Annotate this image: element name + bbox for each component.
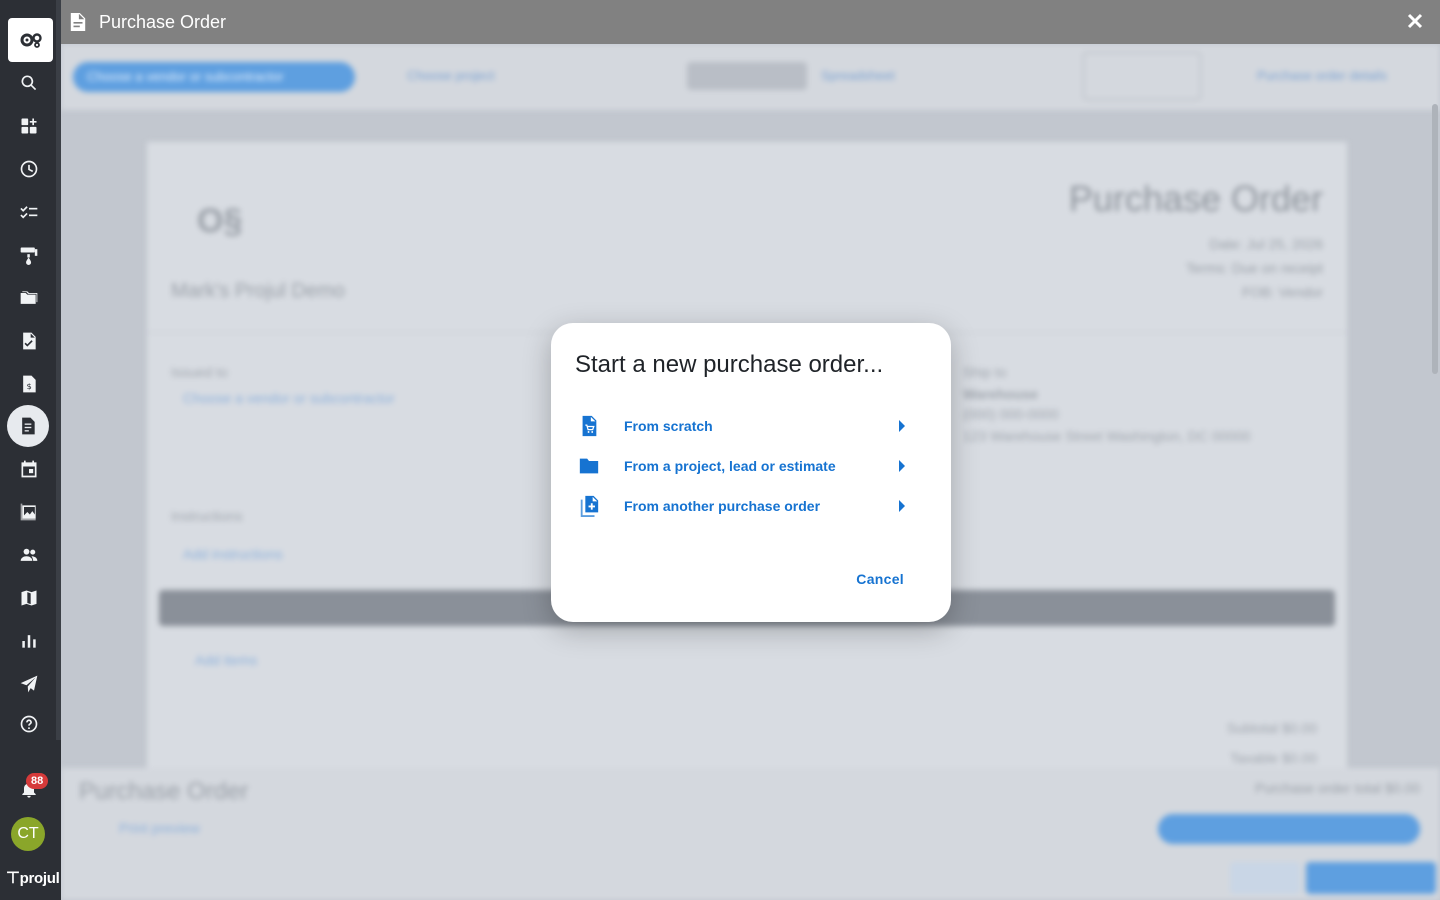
ship-to-phone: (000) 000-0000 xyxy=(963,406,1059,422)
gears-icon xyxy=(20,33,42,48)
avatar[interactable]: CT xyxy=(11,817,45,851)
checklist-icon[interactable] xyxy=(8,194,50,230)
invoice-icon[interactable]: $ xyxy=(8,366,50,402)
option-from-another-po[interactable]: From another purchase order xyxy=(575,488,915,524)
help-icon[interactable] xyxy=(8,706,50,742)
option-label: From another purchase order xyxy=(624,498,821,514)
photos-icon[interactable] xyxy=(8,494,50,530)
draft-status-box xyxy=(1083,52,1201,100)
option-from-project[interactable]: From a project, lead or estimate xyxy=(575,448,915,484)
send-icon[interactable] xyxy=(8,666,50,702)
cancel-button[interactable]: Cancel xyxy=(856,571,904,587)
company-logo: O§ xyxy=(197,202,243,240)
editor-footer: Purchase Order Print preview Purchase or… xyxy=(61,768,1440,900)
document-tab[interactable] xyxy=(687,62,807,90)
footer-vendor-pill[interactable] xyxy=(1158,814,1420,844)
next-button[interactable] xyxy=(1230,862,1300,894)
reports-icon[interactable] xyxy=(8,623,50,659)
chevron-right-icon xyxy=(899,420,905,432)
choose-project-link[interactable]: Choose project xyxy=(407,68,494,83)
new-purchase-order-dialog: Start a new purchase order... From scrat… xyxy=(551,323,951,622)
purchase-order-total: Purchase order total $0.00 xyxy=(1255,780,1420,796)
notification-badge: 88 xyxy=(26,773,49,789)
document-title: Purchase Order xyxy=(1068,178,1323,219)
document-icon xyxy=(69,13,87,31)
map-icon[interactable] xyxy=(8,580,50,616)
window-title: Purchase Order xyxy=(99,11,227,32)
svg-text:$: $ xyxy=(27,381,32,391)
add-instructions-link[interactable]: Add instructions xyxy=(183,546,283,562)
calendar-icon[interactable] xyxy=(8,451,50,487)
issued-to-label: Issued to xyxy=(171,364,228,380)
chevron-right-icon xyxy=(899,460,905,472)
option-label: From a project, lead or estimate xyxy=(624,458,836,474)
dialog-title: Start a new purchase order... xyxy=(575,351,884,378)
taxable: Taxable $0.00 xyxy=(1229,750,1317,766)
paint-roller-icon[interactable] xyxy=(8,237,50,273)
document-date: Date: Jul 25, 2026 xyxy=(1209,236,1323,252)
brand-text: projul xyxy=(19,870,60,887)
document-cart-icon xyxy=(575,412,603,440)
save-and-close-button[interactable] xyxy=(1306,862,1436,894)
vendor-select-pill[interactable]: Choose a vendor or subcontractor xyxy=(73,62,355,92)
issued-to-link[interactable]: Choose a vendor or subcontractor xyxy=(183,390,395,406)
settings-gear-logo[interactable] xyxy=(8,18,53,62)
subtotal: Subtotal $0.00 xyxy=(1226,720,1317,736)
instructions-label: Instructions xyxy=(171,508,243,524)
window-titlebar: Purchase Order xyxy=(61,0,1440,44)
purchase-order-icon[interactable] xyxy=(7,405,49,447)
ship-to-name: Warehouse xyxy=(963,386,1038,402)
search-icon[interactable] xyxy=(8,65,50,101)
clock-icon[interactable] xyxy=(8,151,50,187)
dashboard-add-icon[interactable] xyxy=(8,108,50,144)
folder-icon xyxy=(575,452,603,480)
print-preview-link[interactable]: Print preview xyxy=(119,820,200,836)
spreadsheet-tab[interactable]: Spreadsheet xyxy=(821,68,895,83)
editor-scrollbar[interactable] xyxy=(1432,104,1438,374)
people-icon[interactable] xyxy=(8,537,50,573)
projul-logo: ⊤projul xyxy=(6,868,60,888)
ship-to-address: 123 Warehouse Street Washington, DC 0000… xyxy=(963,428,1251,444)
ship-to-label: Ship to xyxy=(963,364,1007,380)
brand-mark: ⊤ xyxy=(6,870,20,887)
folders-icon[interactable] xyxy=(8,280,50,316)
estimate-icon[interactable] xyxy=(8,323,50,359)
close-icon[interactable] xyxy=(1404,10,1426,32)
footer-title: Purchase Order xyxy=(79,778,249,805)
add-items-link[interactable]: Add items xyxy=(195,652,257,668)
purchase-order-details-link[interactable]: Purchase order details xyxy=(1257,68,1387,83)
sidebar: $ 88 CT ⊤projul xyxy=(0,0,61,900)
option-from-scratch[interactable]: From scratch xyxy=(575,408,915,444)
chevron-right-icon xyxy=(899,500,905,512)
document-fob: FOB: Vendor xyxy=(1242,284,1323,300)
document-terms: Terms: Due on receipt xyxy=(1186,260,1323,276)
document-copy-icon xyxy=(575,492,603,520)
option-label: From scratch xyxy=(624,418,713,434)
editor-toolbar: Choose a vendor or subcontractor Choose … xyxy=(61,44,1440,110)
company-name: Mark's Projul Demo xyxy=(171,280,345,302)
